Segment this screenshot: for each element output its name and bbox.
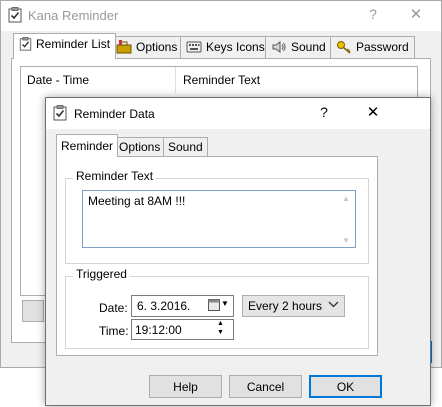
speaker-icon [272,40,286,53]
dialog-title: Reminder Data [74,107,155,121]
main-window-title: Kana Reminder [28,8,119,23]
time-decrement-icon[interactable]: ▼ [217,329,224,336]
date-dropdown-icon[interactable]: ▼ [221,299,229,308]
dialog-tab-sound[interactable]: Sound [163,137,208,156]
dialog-tab-reminder[interactable]: Reminder [56,134,119,157]
cancel-button[interactable]: Cancel [229,375,302,398]
column-header-date-time[interactable]: Date - Time [21,67,176,93]
app-clipboard-icon [8,7,22,23]
dialog-tab-options[interactable]: Options [114,137,166,156]
column-header-reminder-text[interactable]: Reminder Text [177,67,417,93]
tab-label: Options [136,40,178,54]
main-title-bar[interactable]: Kana Reminder ? ✕ [1,1,441,31]
tab-password[interactable]: Password [330,36,415,58]
calendar-icon[interactable] [208,298,220,311]
tab-label: Sound [291,40,326,54]
keyboard-icon [186,41,202,53]
tab-reminder-list[interactable]: Reminder List [13,33,117,59]
scroll-up-icon[interactable]: ▲ [342,194,350,203]
chevron-down-icon[interactable] [328,298,339,310]
tab-label: Password [356,40,409,54]
scroll-down-icon[interactable]: ▼ [342,236,350,245]
checkbox-icon [19,36,32,51]
date-value: 6. 3.2016. [137,299,191,313]
reminder-text-group-label: Reminder Text [73,169,157,183]
dialog-help-button[interactable]: ? [314,104,334,122]
help-button[interactable]: Help [149,375,222,398]
tab-keys-icons[interactable]: Keys Icons [180,36,271,58]
main-close-button[interactable]: ✕ [404,5,428,25]
tab-label: Reminder List [36,37,111,51]
main-add-button[interactable] [22,300,44,322]
repeat-interval-value: Every 2 hours [248,299,323,313]
tab-label: Keys Icons [206,40,265,54]
tab-sound[interactable]: Sound [265,36,332,58]
time-label: Time: [99,324,129,338]
triggered-group-label: Triggered [73,267,130,281]
reminder-data-dialog: Reminder Data ? ✕ Reminder Options Sound… [45,97,431,406]
time-value: 19:12:00 [135,323,182,337]
toolbox-icon [116,39,132,54]
main-help-button[interactable]: ? [363,6,383,24]
reminder-text-input[interactable]: Meeting at 8AM !!! [82,190,356,248]
key-icon [337,40,351,54]
date-label: Date: [99,301,128,315]
tab-options[interactable]: Options [110,36,184,58]
time-increment-icon[interactable]: ▲ [217,320,224,327]
dialog-close-button[interactable]: ✕ [361,103,385,123]
ok-button[interactable]: OK [309,375,382,398]
dialog-title-bar[interactable]: Reminder Data ? ✕ [46,98,430,129]
dialog-clipboard-icon [53,105,67,121]
